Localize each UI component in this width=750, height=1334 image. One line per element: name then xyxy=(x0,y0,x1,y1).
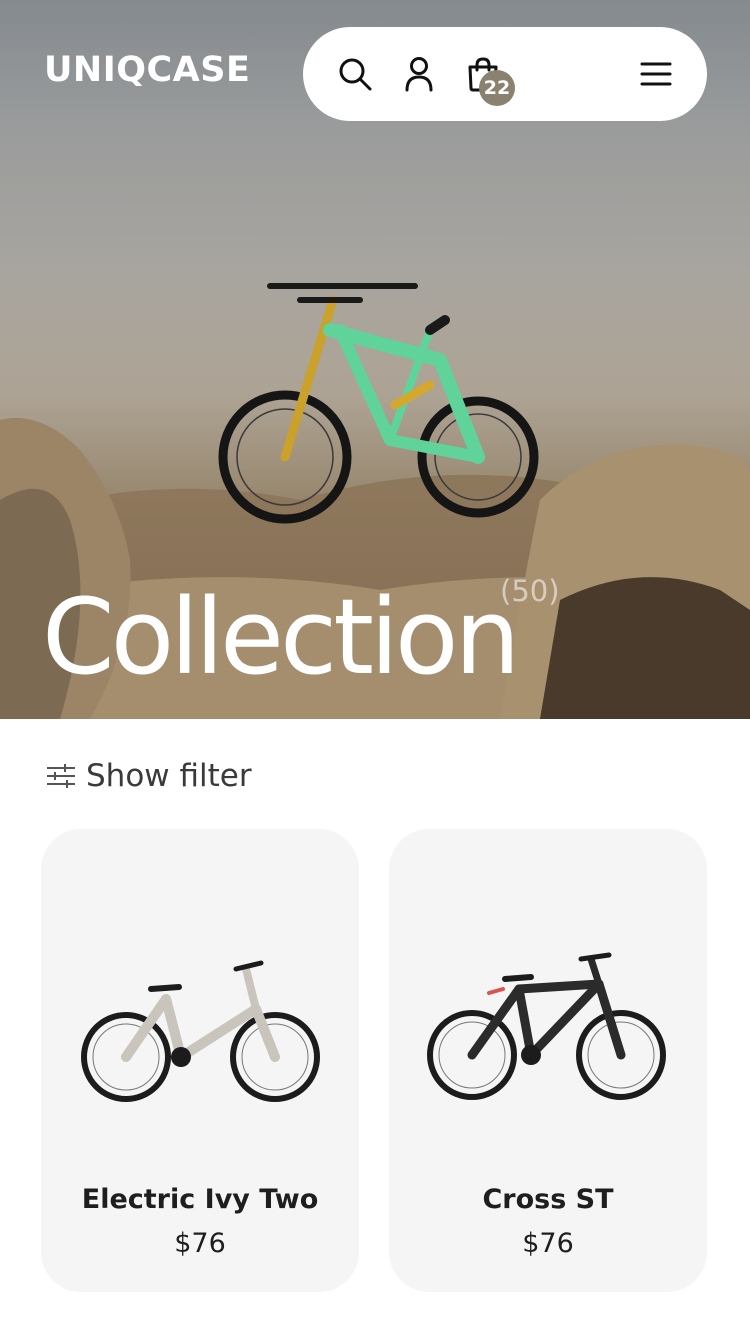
product-name: Electric Ivy Two xyxy=(81,1184,319,1215)
product-price: $76 xyxy=(174,1228,226,1259)
cart-count-badge: 22 xyxy=(479,70,515,106)
collection-count: (50) xyxy=(500,574,560,608)
product-name: Cross ST xyxy=(482,1184,614,1215)
sliders-icon xyxy=(47,764,75,788)
product-image xyxy=(81,960,320,1102)
search-icon xyxy=(339,58,372,91)
brand-logo[interactable]: UNIQCASE xyxy=(44,50,250,90)
hero-banner: UNIQCASE 22 Collection (50) xyxy=(0,0,750,719)
show-filter-button[interactable]: Show filter xyxy=(46,758,252,794)
product-image xyxy=(427,952,666,1100)
search-button[interactable] xyxy=(335,54,375,94)
filter-label: Show filter xyxy=(86,758,252,794)
account-button[interactable] xyxy=(399,54,439,94)
product-card[interactable]: Cross ST $76 xyxy=(389,829,707,1292)
menu-icon xyxy=(640,62,672,86)
header-nav: 22 xyxy=(303,27,707,121)
user-icon xyxy=(405,57,433,92)
page-title: Collection xyxy=(42,576,520,698)
product-card[interactable]: Electric Ivy Two $76 xyxy=(41,829,359,1292)
menu-button[interactable] xyxy=(636,54,676,94)
product-price: $76 xyxy=(522,1228,574,1259)
